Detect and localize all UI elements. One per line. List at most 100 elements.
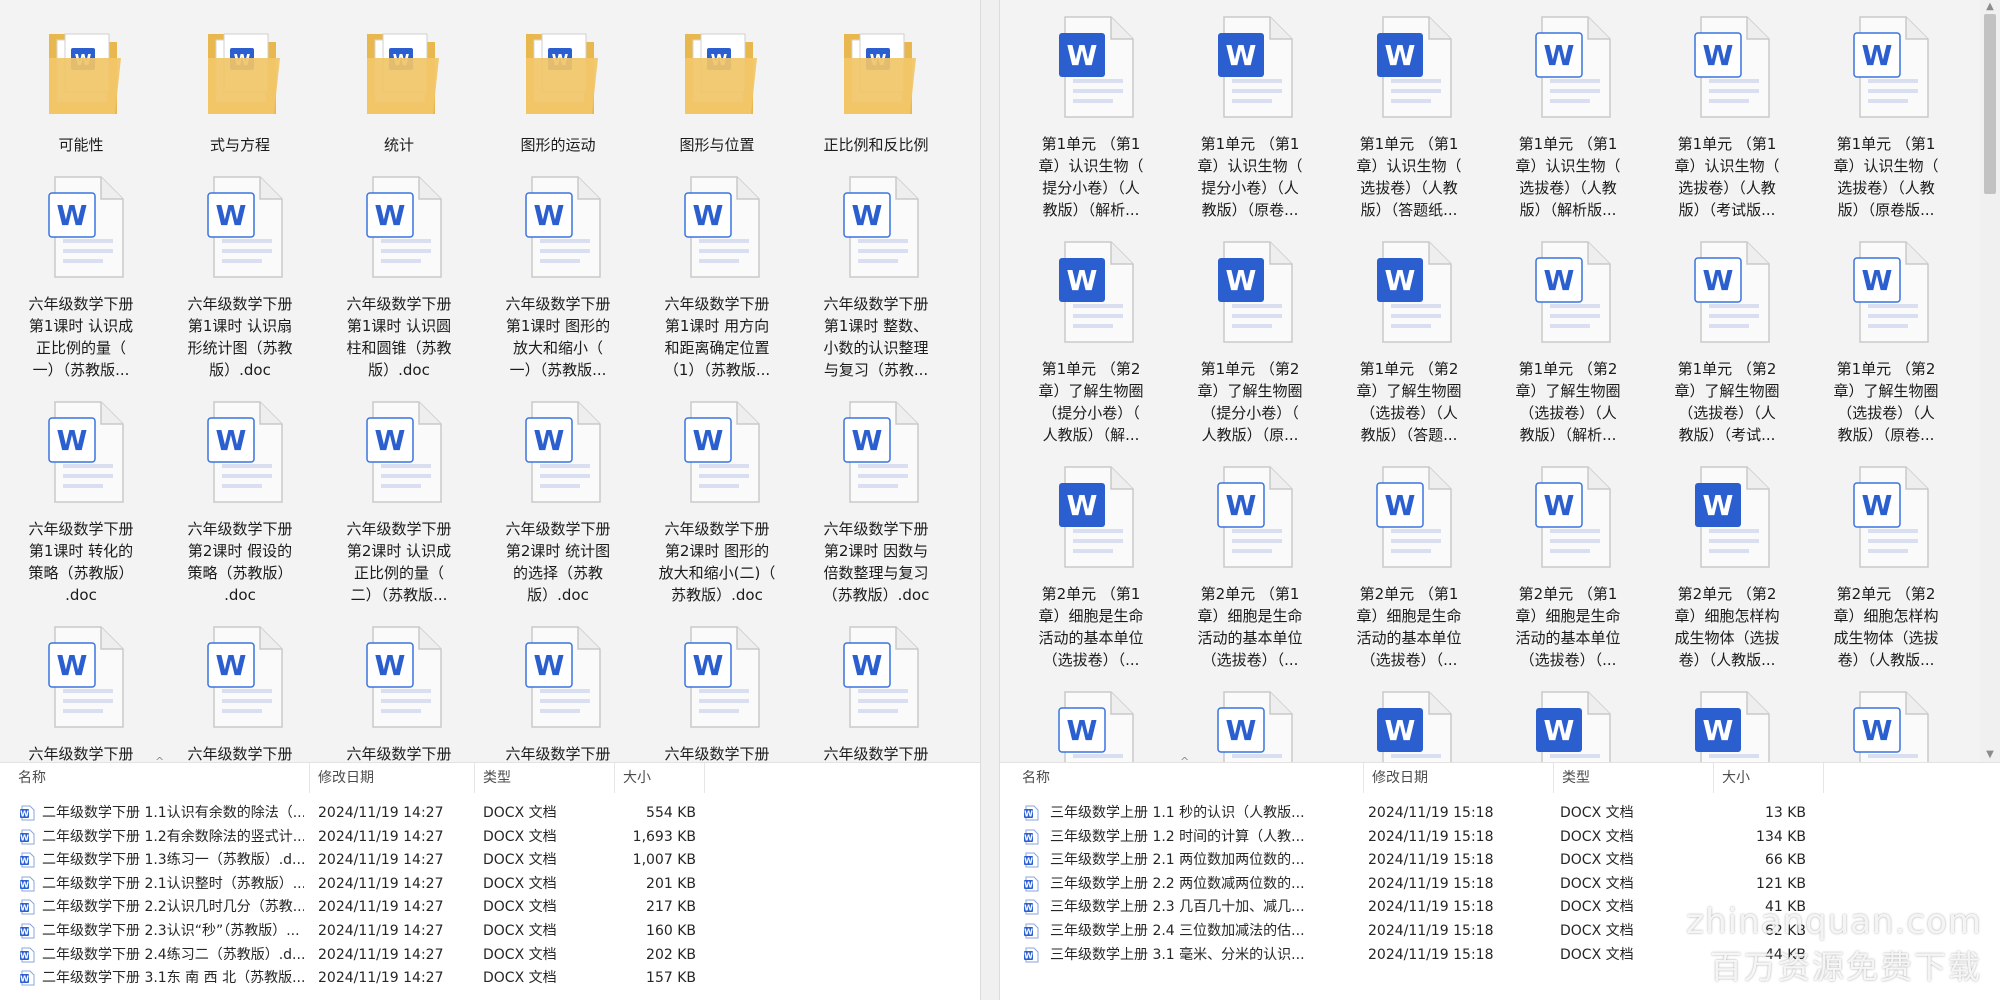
word-file-item[interactable]: W 六年级数学下册 第2课时 假设的 策略（苏教版） .doc — [164, 390, 314, 610]
file-label-line: 提分小卷）（人 — [1042, 179, 1140, 197]
word-file-item[interactable]: W 六年级数学下册 — [323, 615, 473, 762]
word-file-item[interactable]: W 六年级数学下册 第2课时 统计图 的选择（苏教 版）.doc — [482, 390, 632, 610]
column-header-date[interactable]: 修改日期 — [1364, 763, 1554, 793]
scrollbar-thumb[interactable] — [1984, 14, 1996, 194]
word-file-item[interactable]: W 六年级数学下册 第2课时 图形的 放大和缩小(二)（ 苏教版）.doc — [641, 390, 791, 610]
word-file-item[interactable]: W — [1015, 680, 1165, 762]
table-row[interactable]: W 二年级数学下册 2.1认识整时（苏教版）... 2024/11/19 14:2… — [0, 872, 1000, 896]
word-file-item[interactable]: W 第1单元 （第1 章）认识生物（ 提分小卷）（人 教版）（解析... — [1015, 5, 1165, 225]
word-file-item[interactable]: W 六年级数学下册 — [800, 615, 950, 762]
table-row[interactable]: W 三年级数学上册 1.1 秒的认识（人教版... 2024/11/19 15:1… — [1000, 801, 2000, 825]
file-label-line: .doc — [65, 586, 97, 604]
word-document-icon: W — [35, 173, 131, 283]
word-file-item[interactable]: W 六年级数学下册 第1课时 认识扇 形统计图（苏教 版）.doc — [164, 165, 314, 385]
word-file-item[interactable]: W 六年级数学下册 第2课时 因数与 倍数整理与复习 （苏教版）.doc — [800, 390, 950, 610]
file-label-line: 第2单元 （第1 — [1041, 585, 1141, 603]
word-file-item[interactable]: W 六年级数学下册 第1课时 认识成 正比例的量（ 一）（苏教版... — [5, 165, 155, 385]
folder-item[interactable]: W 正比例和反比例 — [800, 0, 950, 160]
svg-text:W: W — [375, 649, 406, 682]
column-header-size[interactable]: 大小 — [615, 763, 705, 793]
word-file-item[interactable]: W 第2单元 （第2 章）细胞怎样构 成生物体（选拔 卷）（人教版... — [1810, 455, 1960, 675]
table-row[interactable]: W 三年级数学上册 2.1 两位数加两位数的... 2024/11/19 15:1… — [1000, 848, 2000, 872]
word-file-item[interactable]: W 六年级数学下册 第2课时 认识成 正比例的量（ 二）（苏教版... — [323, 390, 473, 610]
svg-text:W: W — [1024, 880, 1033, 889]
word-file-item[interactable]: W 六年级数学下册 — [641, 615, 791, 762]
word-file-item[interactable]: W 第1单元 （第1 章）认识生物（ 选拔卷）（人教 版）（解析版... — [1492, 5, 1642, 225]
folder-item[interactable]: W 可能性 — [5, 0, 155, 160]
word-file-item[interactable]: W 六年级数学下册 第1课时 整数、 小数的认识整理 与复习（苏教... — [800, 165, 950, 385]
table-row[interactable]: W 二年级数学下册 1.1认识有余数的除法（... 2024/11/19 14:2… — [0, 801, 1000, 825]
word-file-item[interactable]: W 第1单元 （第1 章）认识生物（ 选拔卷）（人教 版）（原卷版... — [1810, 5, 1960, 225]
word-file-item[interactable]: W 第1单元 （第1 章）认识生物（ 提分小卷）（人 教版）（原卷... — [1174, 5, 1324, 225]
file-label-line: 章）了解生物圈 — [1038, 382, 1144, 400]
svg-text:W: W — [852, 424, 883, 457]
word-file-item[interactable]: W 六年级数学下册 — [164, 615, 314, 762]
table-row[interactable]: W 二年级数学下册 3.1东 南 西 北（苏教版... 2024/11/19 14… — [0, 966, 1000, 990]
cell-size: 202 KB — [646, 946, 696, 963]
folder-item[interactable]: W 统计 — [323, 0, 473, 160]
file-label-line: 第1单元 （第1 — [1677, 135, 1777, 153]
word-file-item[interactable]: W — [1492, 680, 1642, 762]
folder-item[interactable]: W 图形与位置 — [641, 0, 791, 160]
word-file-item[interactable]: W 第2单元 （第1 章）细胞是生命 活动的基本单位 （选拔卷）（... — [1492, 455, 1642, 675]
word-file-item[interactable]: W 第2单元 （第2 章）细胞怎样构 成生物体（选拔 卷）（人教版... — [1651, 455, 1801, 675]
column-header-size[interactable]: 大小 — [1714, 763, 1824, 793]
word-file-item[interactable]: W 六年级数学下册 第1课时 用方向 和距离确定位置 （1）（苏教版... — [641, 165, 791, 385]
scroll-down-arrow-icon[interactable]: ▼ — [1980, 748, 2000, 762]
word-file-item[interactable]: W 六年级数学下册 第1课时 认识圆 柱和圆锥（苏教 版）.doc — [323, 165, 473, 385]
word-document-icon: W — [1024, 923, 1039, 939]
word-file-item[interactable]: W 第1单元 （第2 章）了解生物圈 （选拔卷）（人 教版）（解析... — [1492, 230, 1642, 450]
left-icon-grid: W 可能性 W 式与方程 W 统计 W 图形的运动 W 图形与位置 W 正比 — [0, 0, 980, 762]
file-label-line: 版）（答题纸... — [1360, 201, 1458, 219]
column-header-name[interactable]: 名称 — [1014, 763, 1364, 793]
word-file-item[interactable]: W — [1651, 680, 1801, 762]
word-file-item[interactable]: W 第1单元 （第1 章）认识生物（ 选拔卷）（人教 版）（答题纸... — [1333, 5, 1483, 225]
table-row[interactable]: W 二年级数学下册 1.2有余数除法的竖式计... 2024/11/19 14:2… — [0, 825, 1000, 849]
right-vertical-scrollbar[interactable]: ▲ ▼ — [1980, 0, 2000, 762]
word-file-item[interactable]: W — [1174, 680, 1324, 762]
cell-name: 二年级数学下册 2.4练习二（苏教版）.d... — [42, 946, 304, 963]
table-row[interactable]: W 三年级数学上册 1.2 时间的计算（人教... 2024/11/19 15:1… — [1000, 825, 2000, 849]
word-file-item[interactable]: W 第1单元 （第1 章）认识生物（ 选拔卷）（人教 版）（考试版... — [1651, 5, 1801, 225]
file-label-line: 第2单元 （第1 — [1359, 585, 1459, 603]
word-file-item[interactable]: W — [1810, 680, 1960, 762]
svg-text:W: W — [1385, 39, 1416, 72]
word-file-item[interactable]: W 第1单元 （第2 章）了解生物圈 （提分小卷）（ 人教版）（解... — [1015, 230, 1165, 450]
column-header-type[interactable]: 类型 — [475, 763, 615, 793]
word-file-item[interactable]: W 第2单元 （第1 章）细胞是生命 活动的基本单位 （选拔卷）（... — [1174, 455, 1324, 675]
svg-text:W: W — [57, 199, 88, 232]
word-file-item[interactable]: W 第1单元 （第2 章）了解生物圈 （选拔卷）（人 教版）（答题... — [1333, 230, 1483, 450]
word-file-item[interactable]: W 六年级数学下册 — [482, 615, 632, 762]
word-file-item[interactable]: W — [1333, 680, 1483, 762]
column-header-name[interactable]: 名称 — [10, 763, 310, 793]
word-document-icon: W — [1840, 463, 1936, 573]
word-file-item[interactable]: W 第2单元 （第1 章）细胞是生命 活动的基本单位 （选拔卷）（... — [1015, 455, 1165, 675]
word-file-item[interactable]: W 第1单元 （第2 章）了解生物圈 （选拔卷）（人 教版）（考试... — [1651, 230, 1801, 450]
table-row[interactable]: W 二年级数学下册 2.4练习二（苏教版）.d... 2024/11/19 14:… — [0, 943, 1000, 967]
word-file-item[interactable]: W 六年级数学下册 第1课时 图形的 放大和缩小（ 一）（苏教版... — [482, 165, 632, 385]
column-header-date[interactable]: 修改日期 — [310, 763, 475, 793]
table-row[interactable]: W 二年级数学下册 2.2认识几时几分（苏教... 2024/11/19 14:2… — [0, 895, 1000, 919]
file-label: 六年级数学下册 — [174, 743, 306, 762]
file-label-line: 第1课时 认识扇 — [187, 317, 293, 335]
folder-item[interactable]: W 式与方程 — [164, 0, 314, 160]
word-document-icon: W — [512, 623, 608, 733]
file-label-line: 选拔卷）（人教 — [1678, 179, 1776, 197]
svg-text:W: W — [1862, 489, 1893, 522]
word-file-item[interactable]: W 六年级数学下册 — [5, 615, 155, 762]
file-label: 六年级数学下册 第1课时 转化的 策略（苏教版） .doc — [15, 518, 147, 606]
word-document-icon: W — [1522, 463, 1618, 573]
file-label-line: 章）了解生物圈 — [1515, 382, 1621, 400]
column-header-type[interactable]: 类型 — [1554, 763, 1714, 793]
word-file-item[interactable]: W 第2单元 （第1 章）细胞是生命 活动的基本单位 （选拔卷）（... — [1333, 455, 1483, 675]
folder-item[interactable]: W 图形的运动 — [482, 0, 632, 160]
word-file-item[interactable]: W 第1单元 （第2 章）了解生物圈 （提分小卷）（ 人教版）（原... — [1174, 230, 1324, 450]
file-label-line: 章）细胞是生命 — [1197, 607, 1303, 625]
table-row[interactable]: W 二年级数学下册 2.3认识“秒”（苏教版）... 2024/11/19 14:… — [0, 919, 1000, 943]
word-file-item[interactable]: W 第1单元 （第2 章）了解生物圈 （选拔卷）（人 教版）（原卷... — [1810, 230, 1960, 450]
table-row[interactable]: W 三年级数学上册 2.2 两位数减两位数的... 2024/11/19 15:1… — [1000, 872, 2000, 896]
scroll-up-arrow-icon[interactable]: ▲ — [1980, 0, 2000, 14]
word-file-item[interactable]: W 六年级数学下册 第1课时 转化的 策略（苏教版） .doc — [5, 390, 155, 610]
table-row[interactable]: W 二年级数学下册 1.3练习一（苏教版）.d... 2024/11/19 14:… — [0, 848, 1000, 872]
file-label-line: （1）（苏教版... — [663, 361, 771, 379]
